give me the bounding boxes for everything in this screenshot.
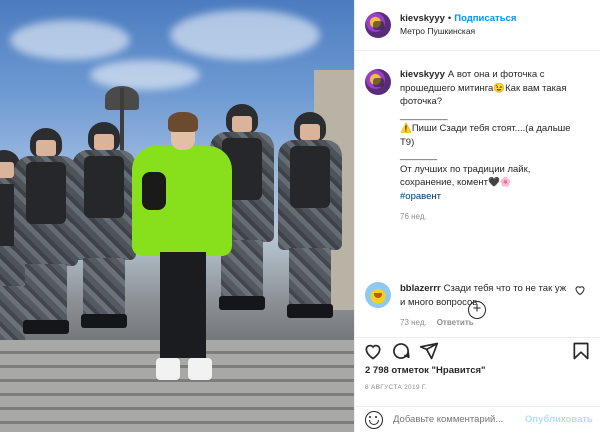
post-header: kievskyyy • Подписаться Метро Пушкинская [355, 0, 600, 51]
cloud [10, 20, 130, 60]
post-side-panel: kievskyyy • Подписаться Метро Пушкинская k… [354, 0, 600, 432]
comments-list[interactable]: kievskyyy А вот она и фоточка с прошедшег… [355, 60, 600, 340]
comment-like-heart-icon[interactable] [574, 284, 586, 296]
comment-username[interactable]: bblazerrr [400, 283, 441, 294]
separator-dot: • [447, 13, 452, 24]
caption-text: А вот она и фоточка с прошедшего митинга… [400, 69, 571, 188]
young-man-green-hoodie [132, 112, 232, 392]
riot-officer [278, 112, 342, 332]
riot-officer [72, 122, 136, 332]
follow-button[interactable]: Подписаться [454, 13, 516, 24]
publish-button[interactable]: Опубликовать [525, 414, 593, 425]
location-link[interactable]: Метро Пушкинская [400, 25, 516, 38]
share-icon[interactable] [419, 341, 439, 361]
hashtag-link[interactable]: #оравент [400, 191, 441, 202]
add-comment-bar: Опубликовать [355, 406, 600, 432]
cloud [90, 60, 200, 90]
header-names: kievskyyy • Подписаться Метро Пушкинская [400, 12, 516, 38]
caption: kievskyyy А вот она и фоточка с прошедшег… [365, 68, 591, 224]
cloud [170, 10, 320, 60]
instagram-post: kievskyyy • Подписаться Метро Пушкинская k… [0, 0, 600, 432]
emoji-icon[interactable] [365, 410, 383, 429]
bookmark-icon[interactable] [571, 341, 591, 361]
commenter-avatar[interactable] [365, 282, 391, 308]
heart-icon[interactable] [363, 341, 383, 361]
likes-count[interactable]: 2 798 отметок "Нравится" [365, 365, 486, 376]
author-username[interactable]: kievskyyy [400, 13, 445, 24]
comment-age: 73 нед. [400, 318, 427, 327]
comment-icon[interactable] [391, 341, 411, 361]
comment-item: bblazerrr Сзади тебя что то не так уж и м… [365, 282, 570, 330]
post-photo[interactable] [0, 0, 354, 432]
post-date: 8 АВГУСТА 2019 Г. [365, 384, 428, 391]
caption-username[interactable]: kievskyyy [400, 69, 445, 80]
author-avatar[interactable] [365, 12, 391, 38]
riot-officer [14, 128, 78, 338]
action-bar [355, 337, 600, 361]
caption-age: 76 нед. [400, 212, 427, 221]
comment-input[interactable] [393, 414, 525, 425]
caption-author-avatar[interactable] [365, 69, 391, 95]
reply-button[interactable]: Ответить [437, 318, 474, 327]
